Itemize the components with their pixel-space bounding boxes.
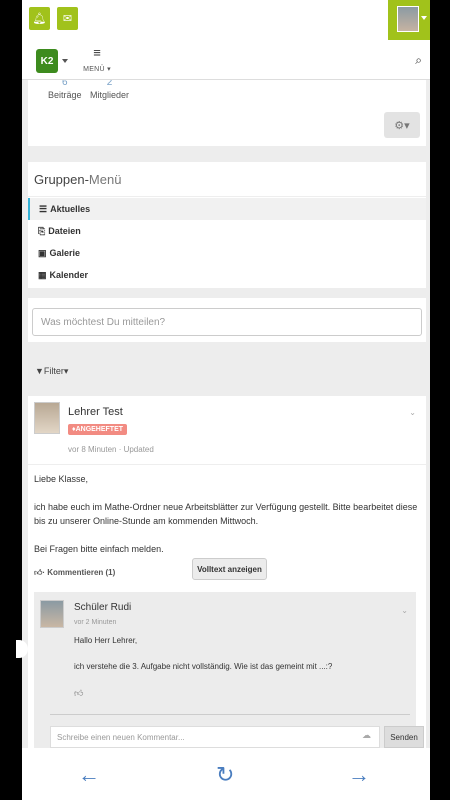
back-arrow-icon[interactable]: ← <box>78 762 100 788</box>
files-icon: ⎘ <box>38 225 46 236</box>
comment-meta: vor 2 Minuten <box>74 619 117 626</box>
space-stats-panel: 6 Beiträge 2 Mitglieder ⚙▾ <box>28 80 426 146</box>
top-bar: 🔔︎ ✉ <box>22 0 430 40</box>
search-icon[interactable]: ⌕ <box>415 53 422 68</box>
image-icon: ▣ <box>38 247 47 258</box>
chevron-down-icon[interactable]: ⌄ <box>401 606 408 615</box>
post-actions: 👍︎· Kommentieren (1) <box>34 568 115 578</box>
divider <box>28 464 426 465</box>
notifications-button[interactable]: 🔔︎ <box>29 7 50 30</box>
comment-input[interactable]: Schreibe einen neuen Kommentar... <box>50 726 380 748</box>
filter-icon: ▼ <box>35 366 44 376</box>
stat-posts[interactable]: 6 Beiträge <box>48 80 82 100</box>
show-full-text-button[interactable]: Volltext anzeigen <box>192 558 267 580</box>
bell-icon: 🔔︎ <box>32 13 47 25</box>
posts-count: 6 <box>61 80 68 88</box>
gear-icon: ⚙▾ <box>394 119 410 132</box>
comment-author[interactable]: Schüler Rudi <box>74 602 131 613</box>
group-menu-item-kalender[interactable]: ▦ Kalender <box>28 264 426 286</box>
group-menu-item-galerie[interactable]: ▣ Galerie <box>28 242 426 264</box>
comment-link[interactable]: · Kommentieren (1) <box>42 568 115 577</box>
chevron-down-icon[interactable]: ⌄ <box>409 408 416 417</box>
space-navbar: K2 ≡ MENÜ ▾ ⌕ <box>22 40 430 80</box>
messages-button[interactable]: ✉ <box>57 7 78 30</box>
thumbs-up-icon[interactable]: 👍︎ <box>74 688 83 699</box>
post-meta: vor 8 Minuten · Updated <box>68 445 154 454</box>
filter-button[interactable]: ▼Filter▾ <box>35 366 68 377</box>
send-comment-button[interactable]: Senden <box>384 726 424 748</box>
author-avatar[interactable] <box>34 402 60 434</box>
stat-members[interactable]: 2 Mitglieder <box>90 80 129 100</box>
space-chooser-caret-icon[interactable] <box>62 59 68 63</box>
post-author[interactable]: Lehrer Test <box>68 406 123 418</box>
calendar-icon: ▦ <box>38 269 47 280</box>
envelope-icon: ✉ <box>62 13 73 25</box>
account-menu-button[interactable] <box>388 0 430 40</box>
divider <box>28 196 426 197</box>
group-menu-panel: Gruppen-Menü ☰ Aktuelles ⎘ Dateien ▣ Galeri… <box>28 162 426 288</box>
chevron-down-icon <box>421 16 427 20</box>
divider <box>50 714 410 715</box>
browser-bottom-bar: ← ↻ → <box>22 748 430 800</box>
group-menu-item-dateien[interactable]: ⎘ Dateien <box>28 220 426 242</box>
members-label: Mitglieder <box>90 90 130 100</box>
menu-label: MENÜ ▾ <box>83 66 111 73</box>
upload-icon[interactable]: ☁ <box>362 730 371 741</box>
commenter-avatar[interactable] <box>40 600 64 628</box>
main-menu-button[interactable]: ≡ MENÜ ▾ <box>82 46 112 73</box>
stream-post: Lehrer Test ♦ANGEHEFTET vor 8 Minuten · … <box>28 396 426 800</box>
posts-label: Beiträge <box>48 90 82 100</box>
app-screen: 🔔︎ ✉ K2 ≡ MENÜ ▾ ⌕ 6 Beiträge 2 Mitglied… <box>22 0 430 800</box>
group-menu-item-aktuelles[interactable]: ☰ Aktuelles <box>28 198 426 220</box>
hamburger-icon: ≡ <box>93 45 101 60</box>
post-body: Liebe Klasse, ich habe euch im Mathe-Ord… <box>34 474 418 554</box>
user-avatar <box>397 6 419 32</box>
space-badge[interactable]: K2 <box>36 49 58 73</box>
group-menu-title: Gruppen-Menü <box>34 172 122 187</box>
members-count: 2 <box>106 80 113 88</box>
pinned-badge: ♦ANGEHEFTET <box>68 424 128 435</box>
comment-body: Hallo Herr Lehrer, ich verstehe die 3. A… <box>74 636 333 671</box>
list-icon: ☰ <box>39 203 48 214</box>
forward-arrow-icon[interactable]: → <box>348 762 370 788</box>
share-panel: Was möchtest Du mitteilen? <box>28 298 426 342</box>
reload-icon[interactable]: ↻ <box>216 762 234 788</box>
share-input[interactable]: Was möchtest Du mitteilen? <box>32 308 422 336</box>
space-settings-button[interactable]: ⚙▾ <box>384 112 420 138</box>
